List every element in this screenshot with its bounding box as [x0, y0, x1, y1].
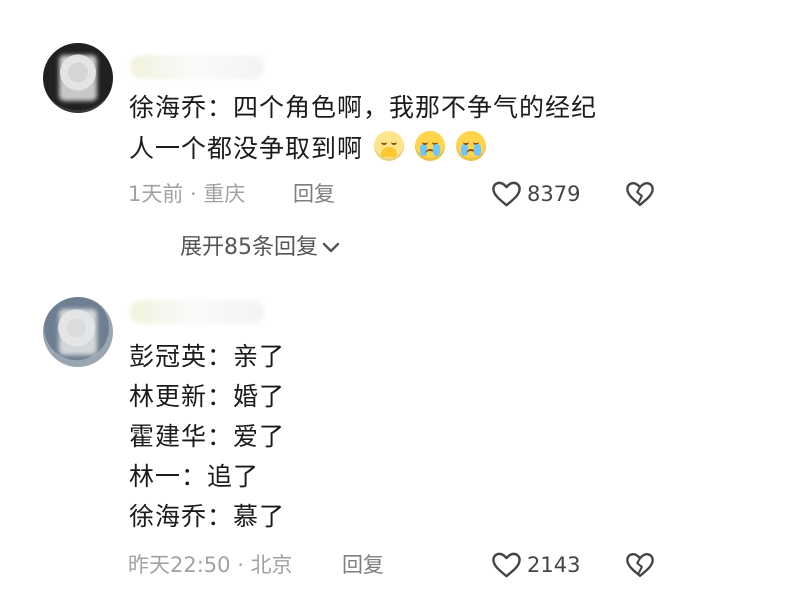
comment-text: 林更新：婚了 [129, 382, 286, 411]
comment-text-line: 徐海乔：慕了 [129, 500, 285, 534]
heart-outline-icon [492, 181, 521, 207]
expand-replies-label: 展开85条回复 [180, 235, 318, 260]
comment-text-line: 林一：追了 [129, 460, 259, 494]
reply-button[interactable]: 回复 [342, 551, 384, 579]
crying-face-emoji [455, 131, 486, 161]
heart-outline-icon [492, 552, 521, 578]
like-button[interactable]: 8379 [491, 180, 580, 208]
comment-text: 彭冠英：亲了 [129, 342, 286, 371]
username-blur [130, 300, 265, 324]
comment-text: 徐海乔：慕了 [129, 502, 286, 531]
avatar-blur-overlay [59, 309, 97, 355]
avatar[interactable] [43, 297, 113, 367]
broken-heart-icon[interactable] [625, 180, 655, 208]
holding-back-tears-emoji [373, 131, 404, 161]
timestamp-location: 1天前 · 重庆 [128, 182, 246, 206]
like-count: 8379 [527, 182, 581, 206]
comment-text: 人一个都没争取到啊 [129, 134, 364, 163]
comment-text-line: 徐海乔：四个角色啊，我那不争气的经纪 [129, 91, 597, 125]
avatar[interactable] [43, 43, 113, 113]
avatar-blur-overlay [59, 55, 97, 101]
reply-button[interactable]: 回复 [293, 180, 335, 208]
chevron-down-icon [322, 242, 340, 253]
comment-text: 徐海乔：四个角色啊，我那不争气的经纪 [129, 93, 598, 122]
crying-face-emoji [414, 131, 445, 161]
expand-replies-button[interactable]: 展开85条回复 [180, 233, 340, 263]
like-button[interactable]: 2143 [491, 551, 580, 579]
username-blur [130, 55, 265, 79]
broken-heart-icon[interactable] [625, 551, 655, 579]
comment-text-line: 霍建华：爱了 [129, 420, 285, 454]
comment-text-line: 人一个都没争取到啊 [129, 131, 486, 166]
comment-text-line: 林更新：婚了 [129, 380, 285, 414]
comment-text: 霍建华：爱了 [129, 422, 286, 451]
timestamp-location: 昨天22:50 · 北京 [128, 553, 293, 577]
comment-text-line: 彭冠英：亲了 [129, 340, 285, 374]
comment-text: 林一：追了 [129, 462, 260, 491]
like-count: 2143 [527, 553, 581, 577]
